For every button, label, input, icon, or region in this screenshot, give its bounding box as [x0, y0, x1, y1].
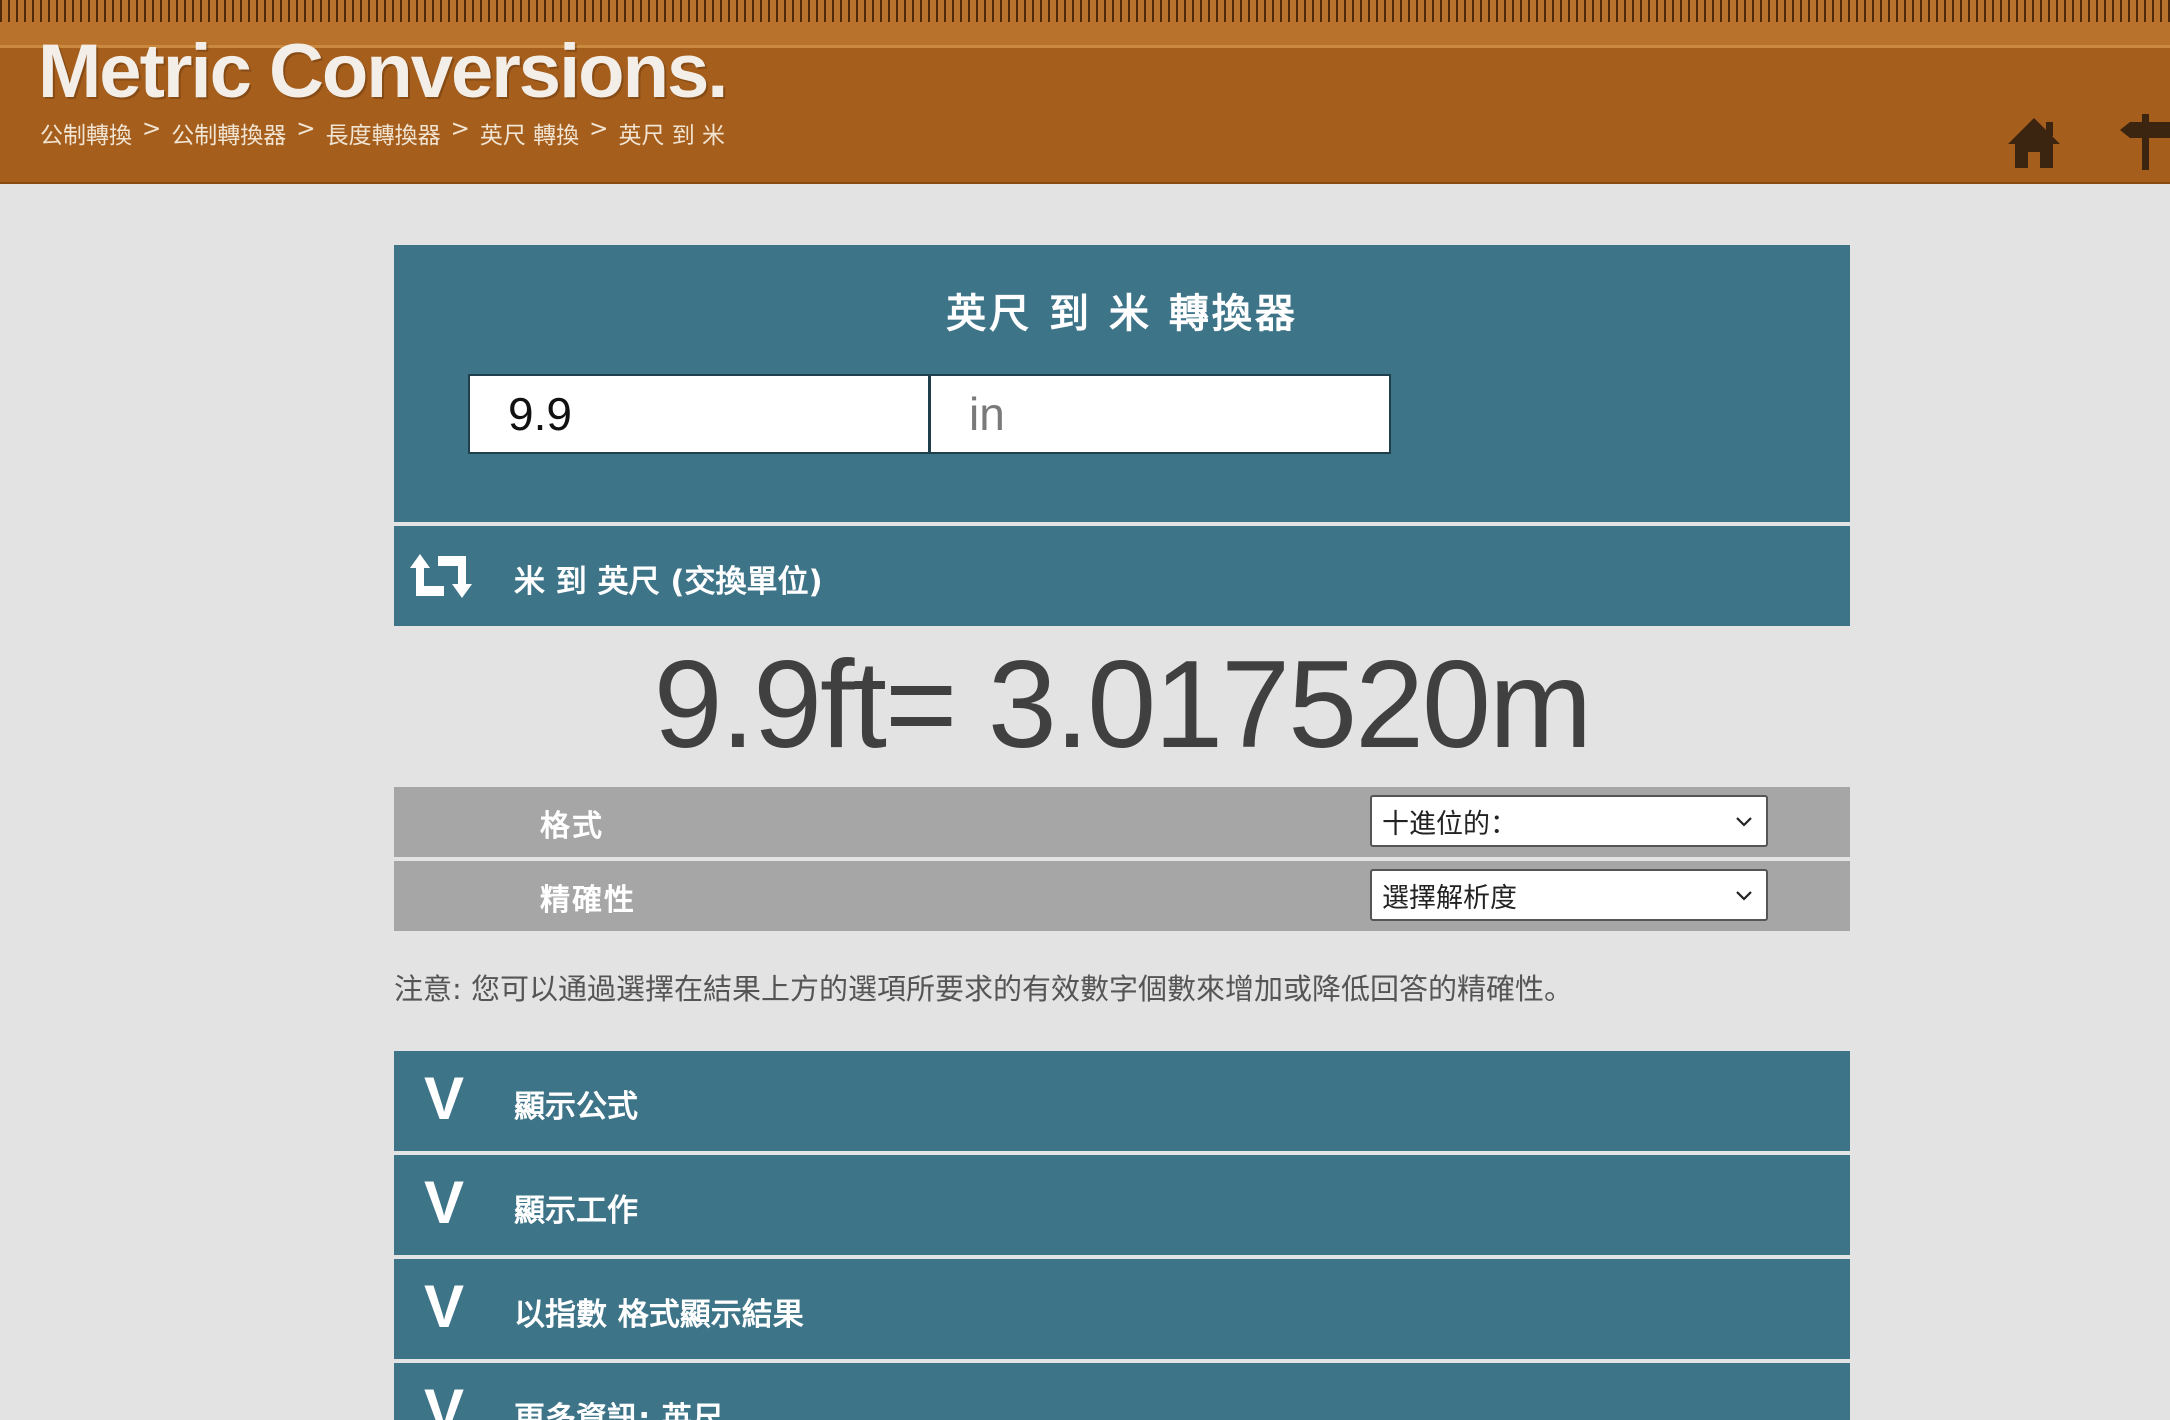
precision-row: 精確性 選擇解析度: [394, 861, 1850, 931]
expand-icon: V: [424, 1377, 465, 1420]
breadcrumb-separator: >: [142, 116, 162, 142]
expand-icon: V: [424, 1065, 465, 1132]
expand-icon: V: [424, 1273, 465, 1340]
breadcrumb-link-metric-conversion[interactable]: 公制轉換: [40, 116, 132, 150]
signpost-icon[interactable]: [2120, 112, 2170, 172]
breadcrumb-link-feet-conversion[interactable]: 英尺 轉換: [480, 116, 579, 150]
format-row: 格式 十進位的：: [394, 787, 1850, 857]
precision-selected-value: 選擇解析度: [1382, 882, 1517, 914]
accordion-show-formula[interactable]: V 顯示公式: [394, 1051, 1850, 1151]
converter-panel: 英尺 到 米 轉換器 9.9 in: [394, 245, 1850, 522]
format-label: 格式: [540, 809, 604, 844]
unit-input[interactable]: in: [929, 374, 1391, 454]
breadcrumb-link-metric-converter[interactable]: 公制轉換器: [171, 116, 286, 150]
accordion-label: 顯示公式: [514, 1089, 638, 1125]
breadcrumb: 公制轉換 > 公制轉換器 > 長度轉換器 > 英尺 轉換 > 英尺 到 米: [40, 116, 725, 150]
swap-units-label: 米 到 英尺 (交換單位): [514, 564, 823, 600]
chevron-down-icon: [1736, 817, 1752, 827]
home-icon[interactable]: [2006, 116, 2062, 170]
breadcrumb-separator: >: [589, 116, 609, 142]
breadcrumb-link-length-converter[interactable]: 長度轉換器: [326, 116, 441, 150]
precision-label: 精確性: [540, 883, 636, 918]
format-selected-value: 十進位的：: [1382, 808, 1517, 840]
value-input[interactable]: 9.9: [468, 374, 930, 454]
accordion-label: 更多資訊: 英尺: [514, 1401, 724, 1420]
precision-note: 注意: 您可以通過選擇在結果上方的選項所要求的有效數字個數來增加或降低回答的精確…: [394, 972, 1573, 1006]
swap-arrows-icon: [410, 554, 472, 598]
breadcrumb-separator: >: [450, 116, 470, 142]
converter-title: 英尺 到 米 轉換器: [946, 291, 1298, 337]
precision-select[interactable]: 選擇解析度: [1370, 869, 1768, 921]
accordion-label: 顯示工作: [514, 1193, 638, 1229]
swap-units-button[interactable]: 米 到 英尺 (交換單位): [394, 526, 1850, 626]
expand-icon: V: [424, 1169, 465, 1236]
format-select[interactable]: 十進位的：: [1370, 795, 1768, 847]
breadcrumb-current-page[interactable]: 英尺 到 米: [618, 116, 725, 150]
breadcrumb-separator: >: [296, 116, 316, 142]
site-logo[interactable]: Metric Conversions.: [38, 34, 728, 110]
accordion-more-info[interactable]: V 更多資訊: 英尺: [394, 1363, 1850, 1420]
accordion-show-work[interactable]: V 顯示工作: [394, 1155, 1850, 1255]
accordion-exponent-format[interactable]: V 以指數 格式顯示結果: [394, 1259, 1850, 1359]
accordion-label: 以指數 格式顯示結果: [514, 1297, 804, 1333]
chevron-down-icon: [1736, 891, 1752, 901]
site-header: Metric Conversions. 公制轉換 > 公制轉換器 > 長度轉換器…: [0, 0, 2170, 184]
conversion-result: 9.9ft= 3.017520m: [653, 636, 1593, 774]
